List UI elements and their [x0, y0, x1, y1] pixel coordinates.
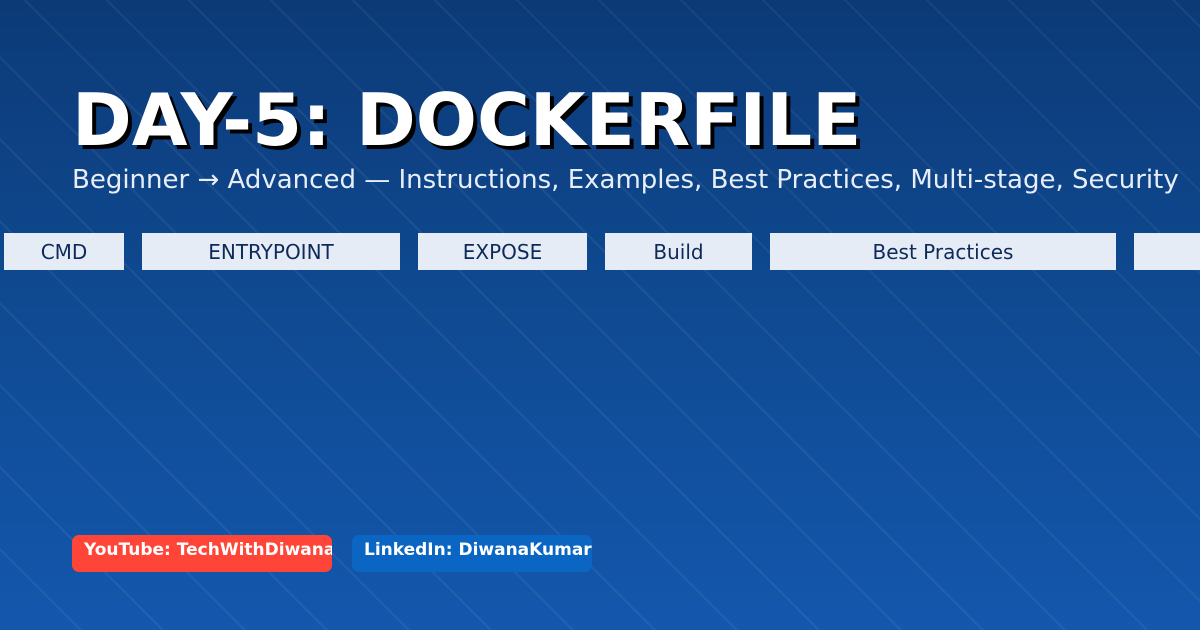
topic-chip-best-practices: Best Practices — [770, 233, 1116, 270]
topic-chip-entrypoint: ENTRYPOINT — [142, 233, 400, 270]
page-title: DAY-5: DOCKERFILE — [72, 78, 862, 162]
linkedin-badge[interactable]: LinkedIn: DiwanaKumar — [352, 535, 592, 572]
youtube-badge[interactable]: YouTube: TechWithDiwana — [72, 535, 332, 572]
subtitle: Beginner → Advanced — Instructions, Exam… — [72, 165, 1179, 195]
topic-chip-overflow — [1134, 233, 1200, 270]
topic-chip-build: Build — [605, 233, 752, 270]
topic-chip-cmd: CMD — [4, 233, 124, 270]
topic-chip-expose: EXPOSE — [418, 233, 587, 270]
